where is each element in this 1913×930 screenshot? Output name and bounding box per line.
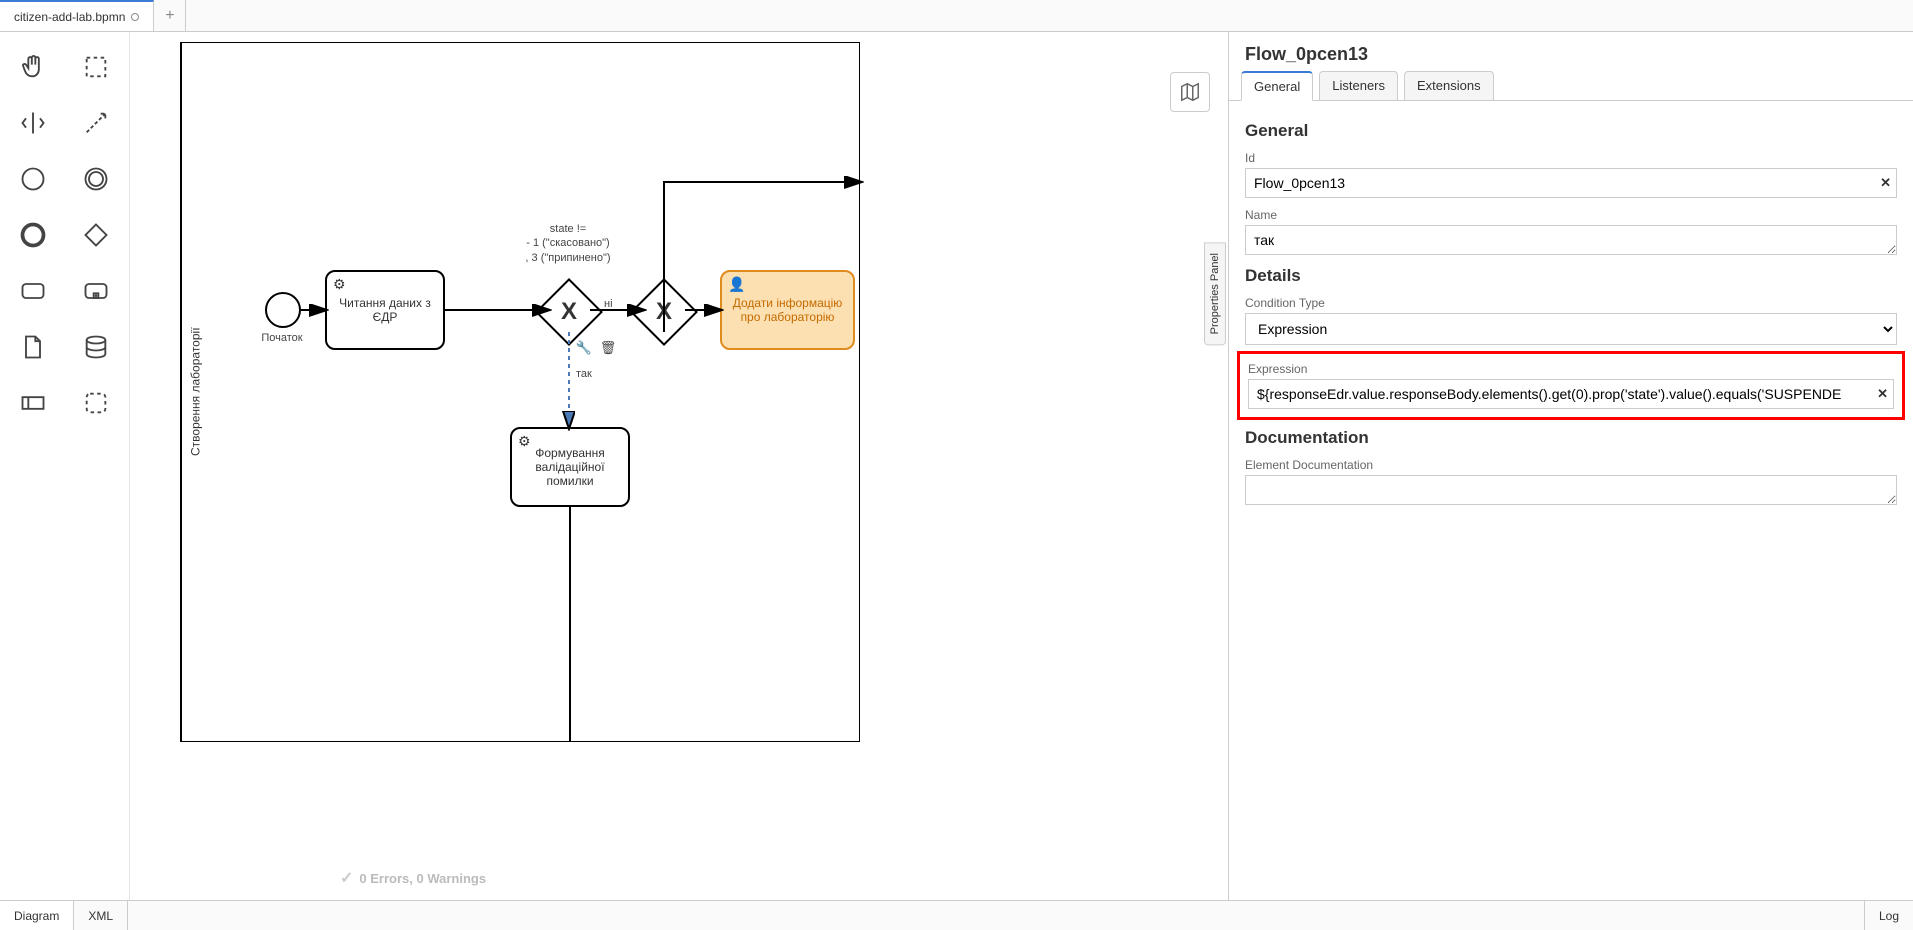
expression-label: Expression	[1248, 362, 1894, 376]
tab-listeners[interactable]: Listeners	[1319, 71, 1398, 101]
group-documentation: Documentation	[1245, 428, 1897, 448]
space-tool[interactable]	[10, 100, 56, 146]
tab-bar: citizen-add-lab.bpmn +	[0, 0, 1913, 32]
gateway-tool[interactable]	[73, 212, 119, 258]
id-label: Id	[1245, 151, 1897, 165]
sequence-flows	[130, 32, 1000, 752]
subprocess-tool[interactable]	[73, 268, 119, 314]
end-event-tool[interactable]	[10, 212, 56, 258]
name-input[interactable]	[1245, 225, 1897, 255]
data-store-tool[interactable]	[73, 324, 119, 370]
properties-body: General Id ✕ Name Details Condition Type…	[1229, 100, 1913, 900]
properties-panel-toggle[interactable]: Properties Panel	[1204, 242, 1226, 345]
tab-general[interactable]: General	[1241, 71, 1313, 101]
validation-status[interactable]: ✓ 0 Errors, 0 Warnings	[340, 868, 486, 888]
group-details: Details	[1245, 266, 1897, 286]
group-general: General	[1245, 121, 1897, 141]
pool-tool[interactable]	[10, 380, 56, 426]
start-event-tool[interactable]	[10, 156, 56, 202]
plus-icon: +	[165, 7, 174, 25]
dirty-indicator-icon	[131, 13, 139, 21]
file-tab[interactable]: citizen-add-lab.bpmn	[0, 0, 154, 31]
task-tool[interactable]	[10, 268, 56, 314]
tool-palette	[0, 32, 130, 900]
bottom-bar: Diagram XML Log	[0, 900, 1913, 930]
properties-tabs: General Listeners Extensions	[1229, 71, 1913, 101]
main-layout: Створення лабораторії Початок ⚙ Читання …	[0, 32, 1913, 900]
condition-type-select[interactable]: Expression	[1245, 313, 1897, 345]
tab-extensions[interactable]: Extensions	[1404, 71, 1494, 101]
condition-type-label: Condition Type	[1245, 296, 1897, 310]
properties-panel: Properties Panel Flow_0pcen13 General Li…	[1228, 32, 1913, 900]
minimap-toggle[interactable]	[1170, 72, 1210, 112]
group-tool[interactable]	[73, 380, 119, 426]
bottom-tab-xml[interactable]: XML	[74, 901, 128, 930]
expression-highlight: Expression ✕	[1237, 351, 1905, 420]
clear-id-button[interactable]: ✕	[1880, 175, 1891, 191]
clear-expression-button[interactable]: ✕	[1877, 386, 1888, 402]
hand-tool[interactable]	[10, 44, 56, 90]
intermediate-event-tool[interactable]	[73, 156, 119, 202]
map-icon	[1179, 81, 1201, 103]
global-connect-tool[interactable]	[73, 100, 119, 146]
add-tab-button[interactable]: +	[154, 0, 186, 31]
doc-label: Element Documentation	[1245, 458, 1897, 472]
name-label: Name	[1245, 208, 1897, 222]
data-object-tool[interactable]	[10, 324, 56, 370]
validation-text: 0 Errors, 0 Warnings	[359, 871, 486, 886]
doc-input[interactable]	[1245, 475, 1897, 505]
check-icon: ✓	[340, 868, 353, 888]
lasso-tool[interactable]	[73, 44, 119, 90]
file-tab-label: citizen-add-lab.bpmn	[14, 10, 125, 24]
bottom-tab-diagram[interactable]: Diagram	[0, 901, 74, 930]
bottom-log-button[interactable]: Log	[1864, 901, 1913, 930]
diagram-canvas[interactable]: Створення лабораторії Початок ⚙ Читання …	[130, 32, 1228, 900]
expression-input[interactable]	[1248, 379, 1894, 409]
id-input[interactable]	[1245, 168, 1897, 198]
properties-title: Flow_0pcen13	[1229, 32, 1913, 71]
